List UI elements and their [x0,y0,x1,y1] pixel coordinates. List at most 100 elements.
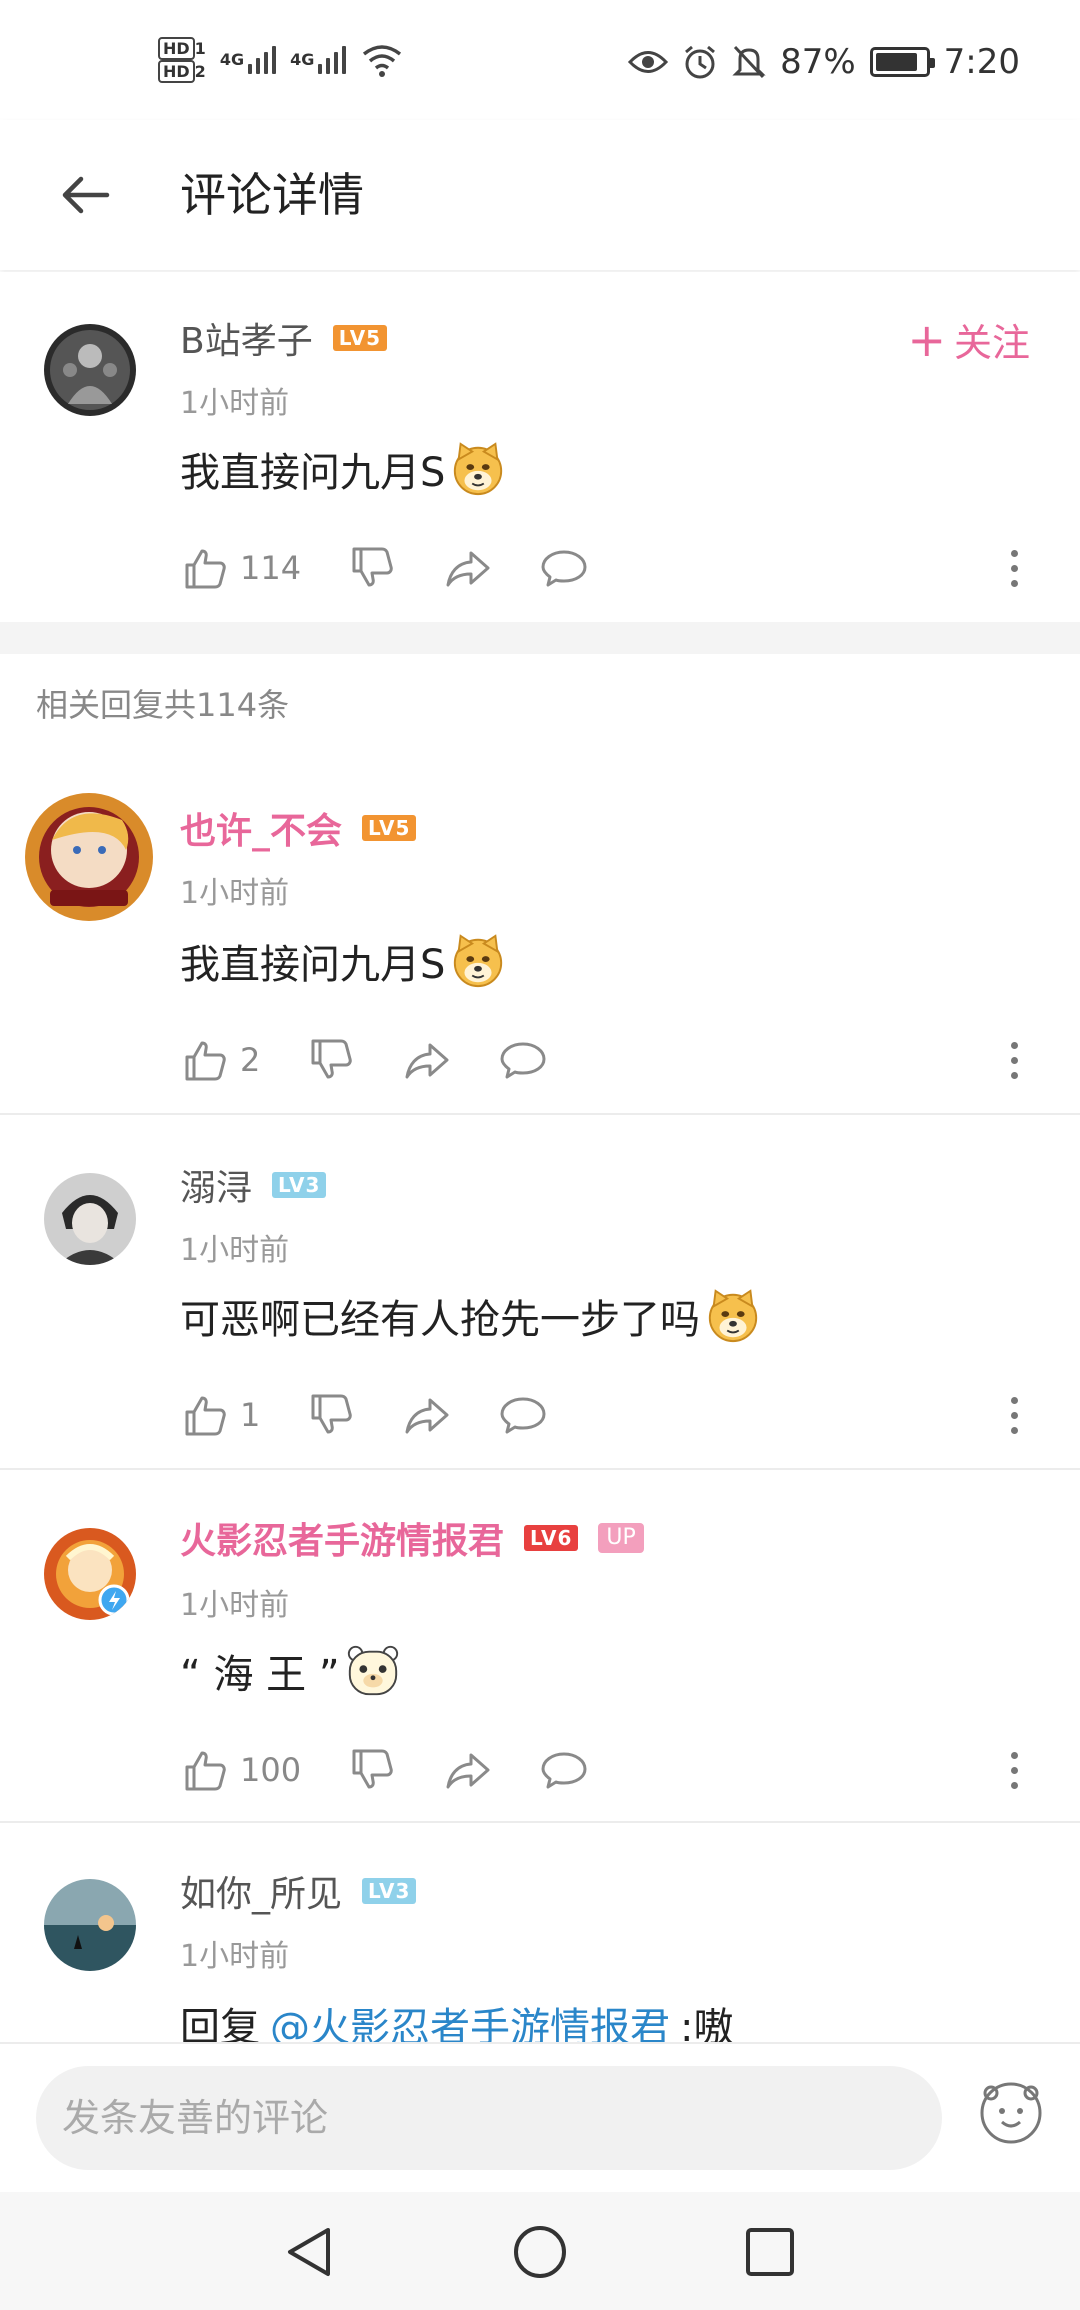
avatar-image [44,324,136,416]
comment-text-body: 可恶啊已经有人抢先一步了吗 [180,1297,700,1343]
status-bar: HD 1 HD 2 4G 4G 87% 7:20 [0,0,1080,120]
username-row: B站孝子 LV5 [180,312,388,364]
level-badge: LV3 [362,1878,417,1904]
like-button[interactable]: 100 [180,1745,301,1795]
hd-indicators: HD 1 HD 2 [158,37,206,83]
follow-button[interactable]: + 关注 [907,312,1030,367]
dislike-icon [347,1745,397,1795]
network-type-1: 4G [219,50,245,69]
like-count: 114 [240,549,302,587]
avatar[interactable] [44,1528,136,1620]
avatar-image [44,1528,136,1620]
dislike-icon [306,1035,356,1085]
like-count: 100 [240,1751,302,1789]
comment-input[interactable]: 发条友善的评论 [36,2066,942,2170]
system-nav-bar [0,2192,1080,2310]
main-comment: B站孝子 LV5 + 关注 1小时前 我直接问九月S 114 [0,272,1080,622]
like-icon [180,1745,230,1795]
reply-button[interactable] [498,1035,548,1085]
dislike-button[interactable] [347,543,397,593]
comment-text-body: “ 海 王 ” [180,1652,340,1698]
username[interactable]: 如你_所见 [180,1865,342,1917]
up-badge: UP [598,1523,644,1553]
like-icon [180,543,230,593]
like-button[interactable]: 114 [180,543,301,593]
dislike-button[interactable] [347,1745,397,1795]
avatar-image [44,1879,136,1971]
more-icon [1010,1396,1018,1404]
timestamp: 1小时前 [180,1233,290,1268]
username[interactable]: 也许_不会 [180,802,342,854]
action-row: 1 [180,1385,594,1445]
status-right: 87% 7:20 [628,30,1020,94]
username[interactable]: B站孝子 [180,312,313,364]
action-row: 114 [180,538,635,598]
page-title: 评论详情 [180,168,364,222]
wifi-icon [363,45,402,77]
action-row: 2 [180,1030,594,1090]
level-badge: LV5 [362,815,417,841]
timestamp: 1小时前 [180,876,290,911]
username[interactable]: 火影忍者手游情报君 [180,1512,504,1564]
dislike-button[interactable] [306,1390,356,1440]
more-icon [1010,1041,1018,1049]
share-button[interactable] [443,1745,493,1795]
timestamp: 1小时前 [180,386,290,421]
reply-icon [539,1745,589,1795]
username-row: 如你_所见 LV3 [180,1865,417,1917]
reply-icon [498,1035,548,1085]
reply-icon [539,543,589,593]
mute-icon [732,45,766,79]
share-button[interactable] [402,1035,452,1085]
hd2-sub: 2 [194,62,206,81]
comment-text: 可恶啊已经有人抢先一步了吗 [180,1287,762,1345]
comment-text-body: :嗷 [680,2005,734,2042]
like-button[interactable]: 1 [180,1390,260,1440]
share-button[interactable] [402,1390,452,1440]
timestamp: 1小时前 [180,1588,290,1623]
emoji-icon[interactable] [978,2080,1044,2146]
more-button[interactable] [1004,1030,1024,1090]
nav-home-icon[interactable] [510,2222,570,2282]
like-count: 2 [240,1041,261,1079]
like-button[interactable]: 2 [180,1035,260,1085]
level-badge: LV3 [272,1172,327,1198]
reply-icon [498,1390,548,1440]
hd1-badge: HD [158,37,195,60]
share-icon [402,1390,452,1440]
battery-icon [869,47,935,77]
nav-recent-icon[interactable] [740,2222,800,2282]
reply-item: 如你_所见 LV3 1小时前 回复 @火影忍者手游情报君 :嗷 [0,1823,1080,2042]
more-button[interactable] [1004,1740,1024,1800]
dislike-button[interactable] [306,1035,356,1085]
battery-percent: 87% [780,42,856,82]
doge-emoji-icon [704,1287,762,1345]
reply-button[interactable] [498,1390,548,1440]
hd2-badge: HD [158,60,195,83]
avatar[interactable] [44,1879,136,1971]
plus-icon: + [907,312,946,367]
top-app-bar: 评论详情 [0,120,1080,270]
avatar[interactable] [22,790,156,924]
username-row: 溺浔 LV3 [180,1159,327,1211]
avatar-image [25,793,153,921]
username-row: 也许_不会 LV5 [180,802,417,854]
share-button[interactable] [443,543,493,593]
mention-link[interactable]: @火影忍者手游情报君 [270,1995,670,2042]
more-button[interactable] [1004,1385,1024,1445]
nav-back-icon[interactable] [280,2222,340,2282]
reply-button[interactable] [539,1745,589,1795]
doge-emoji-icon [449,932,507,990]
back-button[interactable] [50,160,120,230]
comment-text: “ 海 王 ” [180,1642,402,1700]
more-button[interactable] [1004,538,1024,598]
username[interactable]: 溺浔 [180,1159,252,1211]
section-divider [0,622,1080,654]
hd1-sub: 1 [194,39,206,58]
share-icon [443,543,493,593]
avatar[interactable] [44,324,136,416]
comment-text: 我直接问九月S [180,440,507,498]
avatar[interactable] [44,1173,136,1265]
comment-input-bar: 发条友善的评论 [0,2042,1080,2192]
reply-button[interactable] [539,543,589,593]
